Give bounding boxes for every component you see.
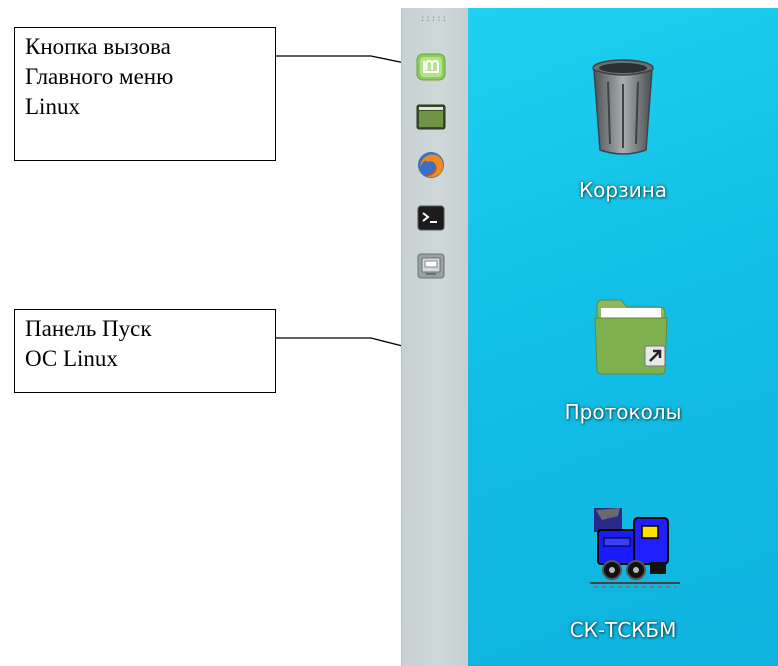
firefox-icon [418,152,444,178]
callout-text-line: Главного меню [25,64,174,89]
desktop-icon-protocols-folder[interactable]: Протоколы [468,296,778,436]
linux-mint-menu-icon [416,53,446,81]
terminal-icon [417,205,445,231]
callout-text-line: ОС Linux [25,346,118,371]
virtual-machine-launcher[interactable] [415,251,447,281]
desktop-icon-sk-tskbm[interactable]: СК-ТСКБМ [468,500,778,650]
firefox-launcher[interactable] [415,150,447,180]
callout-menu-button: Кнопка вызова Главного меню Linux [14,27,276,161]
desktop-area[interactable]: Корзина Протоколы СК-ТСКБМ [468,8,778,666]
callout-text-line: Панель Пуск [25,316,152,341]
show-desktop-icon [416,104,446,130]
start-panel: ::::: [401,8,468,666]
desktop-icon-trash[interactable]: Корзина [468,58,778,218]
callout-text-line: Кнопка вызова [25,34,171,59]
folder-shortcut-icon [594,299,668,375]
terminal-launcher[interactable] [415,203,447,233]
desktop-icon-label: Корзина [578,178,668,202]
locomotive-icon [590,508,680,588]
callout-text-line: Linux [25,94,80,119]
desktop-icon-label: Протоколы [564,400,682,424]
trash-icon [592,59,654,155]
desktop-icon-label: СК-ТСКБМ [569,618,677,642]
virtual-machine-icon [417,253,445,279]
callout-start-panel: Панель Пуск ОС Linux [14,309,276,393]
main-menu-button[interactable] [415,52,447,82]
show-desktop-button[interactable] [415,102,447,132]
panel-drag-handle[interactable]: ::::: [420,14,447,24]
